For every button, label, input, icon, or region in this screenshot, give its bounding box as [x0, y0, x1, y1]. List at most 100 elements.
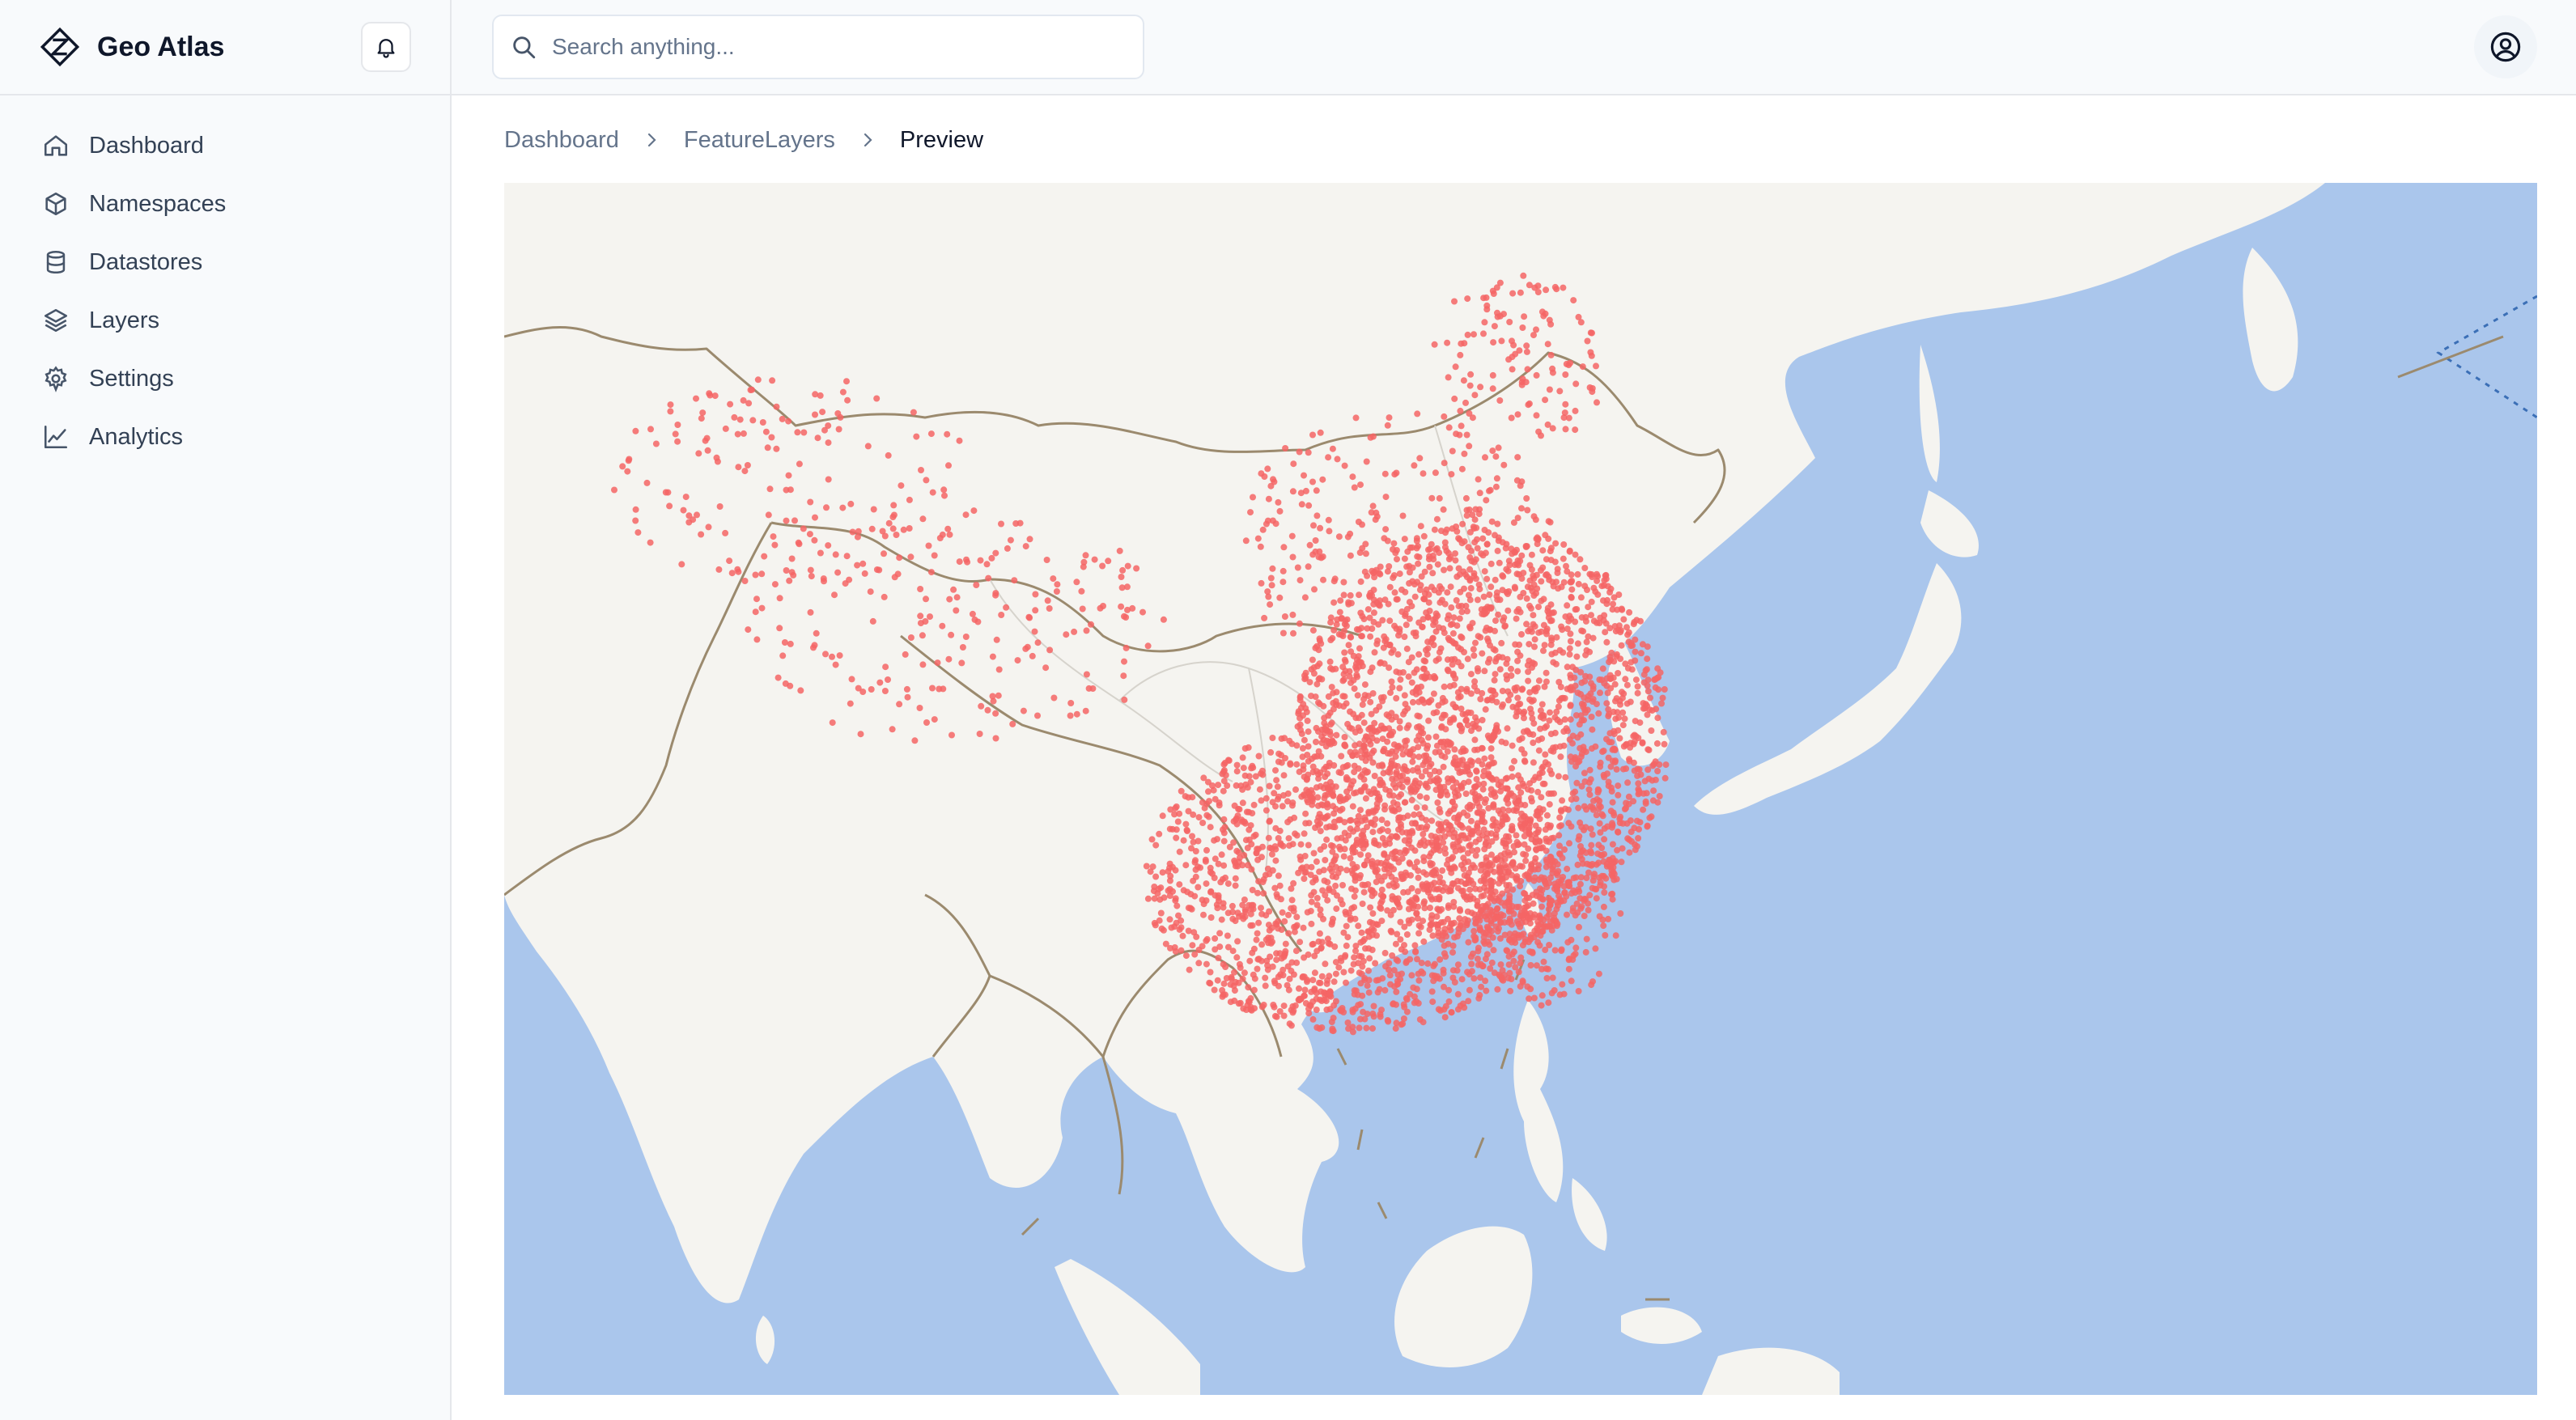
map-point [1568, 758, 1575, 765]
map-point [1523, 595, 1530, 602]
map-point [1373, 840, 1380, 847]
map-point [1518, 631, 1525, 638]
map-point [1099, 562, 1106, 570]
map-point [1467, 371, 1475, 378]
map-preview[interactable] [504, 183, 2537, 1395]
map-point [917, 613, 924, 620]
map-point [1155, 885, 1162, 892]
map-point [1162, 940, 1169, 947]
sidebar-item-dashboard[interactable]: Dashboard [26, 120, 424, 172]
map-point [1565, 879, 1572, 886]
map-point [1289, 553, 1296, 561]
atlas-logo-icon [40, 27, 80, 67]
map-point [1152, 841, 1160, 849]
map-point [1424, 784, 1431, 791]
map-point [1298, 730, 1305, 737]
map-point [1504, 725, 1511, 732]
map-canvas[interactable] [504, 183, 2537, 1395]
map-point [1355, 714, 1362, 722]
map-point [1572, 950, 1579, 957]
map-point [1479, 650, 1486, 657]
map-point [1247, 822, 1254, 829]
map-point [1424, 745, 1431, 752]
map-point [1360, 784, 1368, 791]
map-point [969, 610, 976, 617]
map-point [1545, 999, 1552, 1007]
brand[interactable]: Geo Atlas [39, 26, 224, 68]
sidebar-item-analytics[interactable]: Analytics [26, 411, 424, 463]
map-point [1405, 905, 1412, 913]
map-point [1381, 725, 1388, 732]
map-point [1281, 735, 1288, 742]
map-point [1509, 860, 1517, 867]
map-point [807, 608, 814, 616]
map-point [1298, 793, 1305, 800]
user-menu-button[interactable] [2474, 15, 2537, 78]
sidebar-item-settings[interactable]: Settings [26, 353, 424, 405]
map-point [970, 507, 978, 515]
map-point [1343, 922, 1350, 930]
map-point [1547, 601, 1555, 608]
map-point [1408, 796, 1415, 803]
map-point [1309, 977, 1317, 984]
map-point [814, 434, 821, 442]
map-point [1543, 847, 1550, 854]
map-point [1469, 828, 1476, 835]
map-point [1257, 543, 1264, 550]
map-point [1382, 636, 1390, 643]
map-point [1582, 613, 1589, 621]
map-point [1220, 778, 1228, 785]
map-point [1281, 613, 1288, 620]
search-box[interactable] [492, 15, 1144, 79]
map-point [1527, 584, 1534, 591]
map-point [1284, 819, 1292, 825]
map-point [1528, 551, 1535, 558]
map-point [1475, 476, 1482, 483]
map-point [1276, 507, 1284, 515]
map-point [1308, 920, 1315, 927]
map-point [1505, 953, 1513, 960]
map-point [1547, 548, 1554, 555]
map-point [1323, 980, 1330, 987]
search-input[interactable] [550, 33, 1127, 61]
map-point [1537, 885, 1543, 892]
map-point [1252, 831, 1259, 838]
map-point [1588, 981, 1595, 989]
map-point [1224, 880, 1232, 888]
map-point [1592, 945, 1599, 952]
breadcrumb-item-dashboard[interactable]: Dashboard [504, 127, 619, 154]
map-point [1352, 414, 1360, 422]
map-point [1268, 582, 1275, 589]
sidebar-item-namespaces[interactable]: Namespaces [26, 178, 424, 230]
map-point [1359, 992, 1366, 999]
map-point [1396, 669, 1403, 676]
map-point [876, 566, 883, 574]
map-point [1451, 979, 1458, 986]
map-point [1549, 974, 1556, 981]
map-point [1394, 971, 1402, 978]
map-point [1265, 939, 1272, 947]
map-point [1296, 693, 1304, 700]
map-point [1623, 624, 1630, 631]
map-point [1528, 566, 1535, 573]
map-point [1487, 626, 1493, 634]
map-point [1474, 596, 1481, 604]
map-point [1447, 926, 1454, 934]
map-point [1508, 976, 1515, 982]
map-point [1357, 578, 1364, 585]
map-point [1591, 871, 1598, 878]
breadcrumb-item-featurelayers[interactable]: FeatureLayers [684, 127, 835, 154]
sidebar-item-layers[interactable]: Layers [26, 295, 424, 346]
map-point [1347, 552, 1354, 559]
map-point [782, 680, 789, 687]
sidebar-item-datastores[interactable]: Datastores [26, 236, 424, 288]
map-point [1003, 604, 1010, 611]
map-point [1469, 414, 1476, 422]
map-point [1386, 642, 1394, 648]
map-point [1512, 939, 1519, 947]
map-point [1492, 483, 1500, 490]
map-point [1491, 676, 1498, 684]
map-point [1191, 951, 1199, 958]
notifications-button[interactable] [361, 22, 411, 72]
map-point [1381, 986, 1389, 994]
